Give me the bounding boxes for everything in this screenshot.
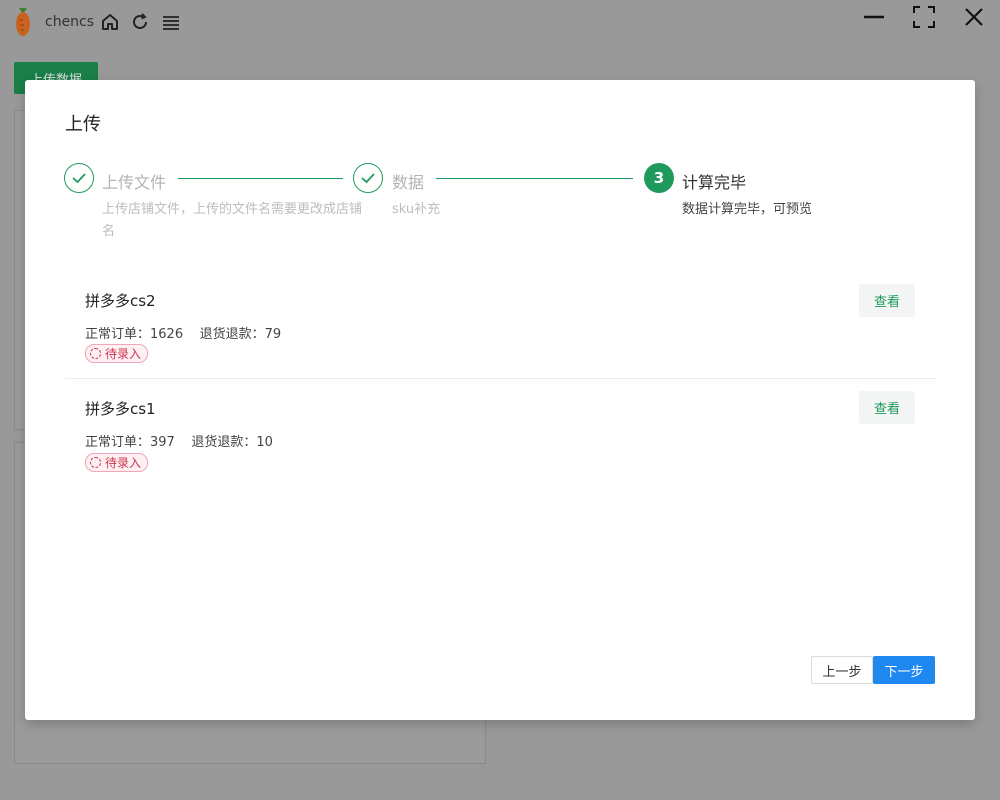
app-name: chencs <box>45 14 95 30</box>
maximize-icon[interactable] <box>912 5 936 29</box>
list-item: 拼多多cs2 正常订单：1626 退货退款：79 待录入 查看 <box>65 276 937 376</box>
normal-orders-label: 正常订单： <box>85 327 151 342</box>
close-icon[interactable] <box>962 5 986 29</box>
upload-modal: 上传 上传文件 上传店铺文件，上传的文件名需要更改成店铺名 数据 sku补充 3… <box>25 80 975 720</box>
normal-orders-value: 397 <box>150 435 175 450</box>
refund-label: 退货退款： <box>191 435 257 450</box>
step-2-description: sku补充 <box>392 202 441 217</box>
step-connector <box>178 178 343 179</box>
order-stats: 正常订单：397 退货退款：10 <box>85 431 273 450</box>
normal-orders-label: 正常订单： <box>85 435 151 450</box>
step-3-title: 计算完毕 <box>682 173 747 192</box>
step-3-description: 数据计算完毕，可预览 <box>682 202 813 217</box>
step-2-title: 数据 <box>392 173 425 192</box>
step-1-check-icon <box>64 163 94 193</box>
step-3-number: 3 <box>644 163 674 193</box>
step-connector <box>436 178 633 179</box>
loading-icon <box>90 457 101 468</box>
carrot-icon <box>12 7 34 38</box>
normal-orders-value: 1626 <box>150 327 184 342</box>
step-1-description: 上传店铺文件，上传的文件名需要更改成店铺名 <box>102 202 363 239</box>
status-badge: 待录入 <box>85 453 149 472</box>
divider <box>65 378 937 379</box>
minimize-icon[interactable] <box>862 5 886 29</box>
shop-name: 拼多多cs1 <box>85 400 156 418</box>
order-stats: 正常订单：1626 退货退款：79 <box>85 323 281 342</box>
view-button[interactable]: 查看 <box>859 284 915 317</box>
refund-label: 退货退款： <box>199 327 265 342</box>
next-step-button[interactable]: 下一步 <box>873 656 935 684</box>
modal-title: 上传 <box>65 114 101 135</box>
shop-name: 拼多多cs2 <box>85 292 156 310</box>
status-badge: 待录入 <box>85 344 149 363</box>
loading-icon <box>90 348 101 359</box>
list-item: 拼多多cs1 正常订单：397 退货退款：10 待录入 查看 <box>65 384 937 484</box>
home-icon[interactable] <box>100 12 120 32</box>
prev-step-button[interactable]: 上一步 <box>811 656 873 684</box>
refund-value: 79 <box>264 327 282 342</box>
view-button[interactable]: 查看 <box>859 391 915 424</box>
step-2-check-icon <box>353 163 383 193</box>
menu-icon[interactable] <box>161 12 181 32</box>
refresh-icon[interactable] <box>130 12 150 32</box>
refund-value: 10 <box>256 435 273 450</box>
title-bar: chencs <box>0 0 1000 46</box>
step-1-title: 上传文件 <box>102 173 167 192</box>
